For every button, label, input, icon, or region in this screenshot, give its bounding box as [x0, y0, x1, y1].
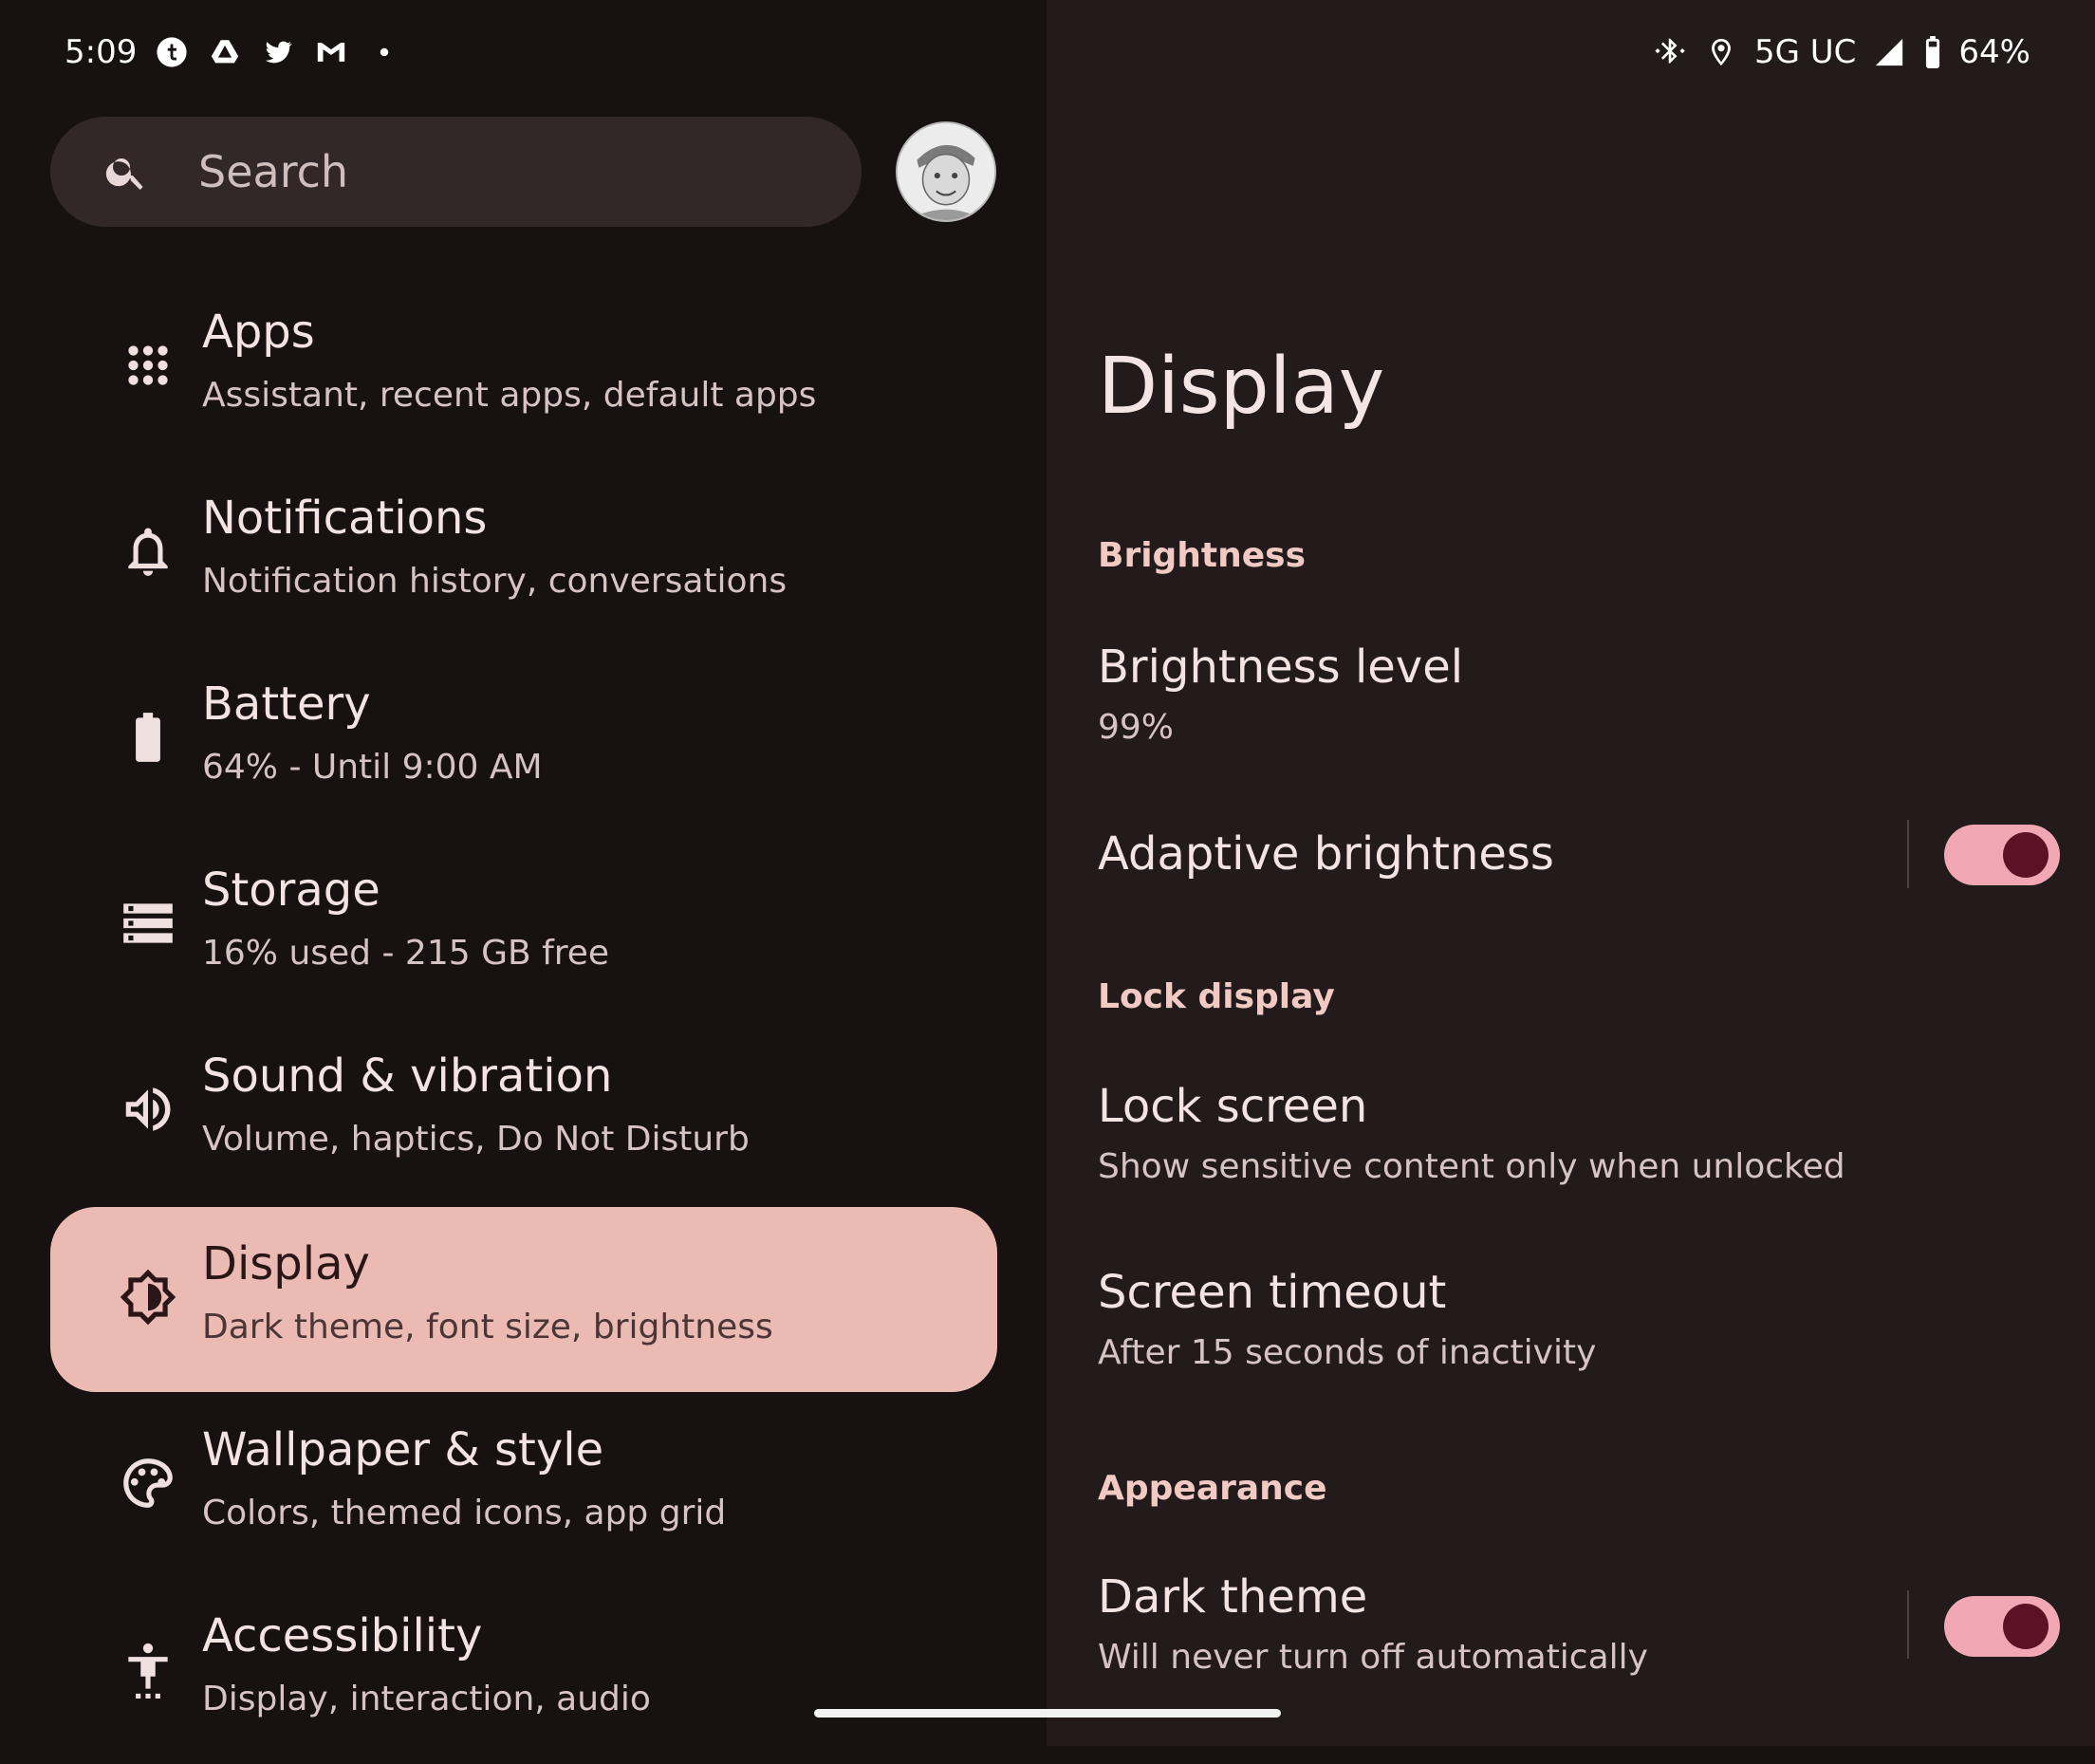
- palette-icon: [119, 1454, 177, 1513]
- battery-icon: [119, 708, 177, 767]
- brightness-icon: [119, 1268, 177, 1327]
- bluetooth-icon: [1652, 34, 1688, 70]
- search-bar[interactable]: Search: [50, 117, 862, 227]
- item-subtitle: Display, interaction, audio: [202, 1680, 651, 1718]
- row-title: Screen timeout: [1098, 1266, 1447, 1319]
- row-title: Dark theme: [1098, 1570, 1368, 1624]
- bell-icon: [119, 522, 177, 581]
- battery-percent: 64%: [1958, 33, 2030, 71]
- item-subtitle: 16% used - 215 GB free: [202, 934, 610, 973]
- item-subtitle: Dark theme, font size, brightness: [202, 1308, 773, 1346]
- page-title: Display: [1098, 342, 1385, 432]
- settings-item-sound[interactable]: Sound & vibration Volume, haptics, Do No…: [50, 1019, 997, 1204]
- item-subtitle: Assistant, recent apps, default apps: [202, 376, 817, 415]
- item-title: Accessibility: [202, 1609, 483, 1662]
- section-header-lock-display: Lock display: [1098, 977, 1335, 1016]
- settings-item-battery[interactable]: Battery 64% - Until 9:00 AM: [50, 647, 997, 832]
- item-title: Sound & vibration: [202, 1049, 613, 1103]
- row-title: Lock screen: [1098, 1080, 1368, 1133]
- accessibility-icon: [119, 1640, 177, 1699]
- storage-icon: [119, 894, 177, 953]
- item-title: Wallpaper & style: [202, 1423, 604, 1476]
- battery-status-icon: [1922, 34, 1943, 70]
- search-icon: [103, 149, 149, 195]
- row-subtitle: Show sensitive content only when unlocke…: [1098, 1147, 1845, 1186]
- divider: [1907, 820, 1909, 888]
- display-settings-pane: 5G UC 64% Display Brightness Brightness …: [1047, 0, 2095, 1746]
- item-title: Battery: [202, 678, 371, 731]
- item-title: Notifications: [202, 492, 488, 545]
- tumblr-icon: [154, 34, 190, 70]
- item-subtitle: Colors, themed icons, app grid: [202, 1494, 727, 1532]
- gesture-navigation-bar[interactable]: [814, 1709, 1281, 1718]
- toggle-thumb: [2003, 832, 2049, 878]
- drive-icon: [207, 34, 243, 70]
- status-bar-right: 5G UC 64%: [1652, 28, 2030, 76]
- location-icon: [1703, 34, 1739, 70]
- status-bar-left: 5:09: [65, 28, 402, 76]
- clock: 5:09: [65, 33, 138, 71]
- section-header-brightness: Brightness: [1098, 536, 1307, 575]
- item-title: Apps: [202, 306, 315, 359]
- settings-item-display[interactable]: Display Dark theme, font size, brightnes…: [50, 1207, 997, 1392]
- row-title: Brightness level: [1098, 641, 1464, 694]
- item-subtitle: Notification history, conversations: [202, 562, 788, 601]
- signal-icon: [1871, 34, 1907, 70]
- dark-theme-toggle[interactable]: [1944, 1596, 2060, 1657]
- row-subtitle: Will never turn off automatically: [1098, 1638, 1648, 1677]
- divider: [1907, 1590, 1909, 1659]
- row-subtitle: 99%: [1098, 708, 1175, 747]
- adaptive-brightness-toggle[interactable]: [1944, 825, 2060, 885]
- apps-grid-icon: [119, 336, 177, 395]
- twitter-icon: [260, 34, 296, 70]
- row-title: Adaptive brightness: [1098, 827, 1554, 881]
- settings-item-notifications[interactable]: Notifications Notification history, conv…: [50, 461, 997, 646]
- item-title: Storage: [202, 863, 380, 917]
- notification-dot-icon: [366, 34, 402, 70]
- settings-nav-pane: 5:09 Search Apps Assistant, recent apps,…: [0, 0, 1047, 1746]
- settings-item-accessibility[interactable]: Accessibility Display, interaction, audi…: [50, 1579, 997, 1764]
- section-header-appearance: Appearance: [1098, 1469, 1327, 1508]
- settings-item-wallpaper[interactable]: Wallpaper & style Colors, themed icons, …: [50, 1393, 997, 1578]
- settings-item-apps[interactable]: Apps Assistant, recent apps, default app…: [50, 275, 997, 460]
- item-subtitle: 64% - Until 9:00 AM: [202, 748, 543, 787]
- item-title: Display: [202, 1237, 370, 1291]
- item-subtitle: Volume, haptics, Do Not Disturb: [202, 1120, 750, 1159]
- row-subtitle: After 15 seconds of inactivity: [1098, 1333, 1597, 1372]
- volume-icon: [119, 1080, 177, 1139]
- toggle-thumb: [2003, 1604, 2049, 1649]
- settings-item-storage[interactable]: Storage 16% used - 215 GB free: [50, 833, 997, 1018]
- network-label: 5G UC: [1754, 33, 1857, 71]
- avatar[interactable]: [896, 121, 996, 222]
- gmail-icon: [313, 34, 349, 70]
- search-placeholder: Search: [198, 146, 349, 197]
